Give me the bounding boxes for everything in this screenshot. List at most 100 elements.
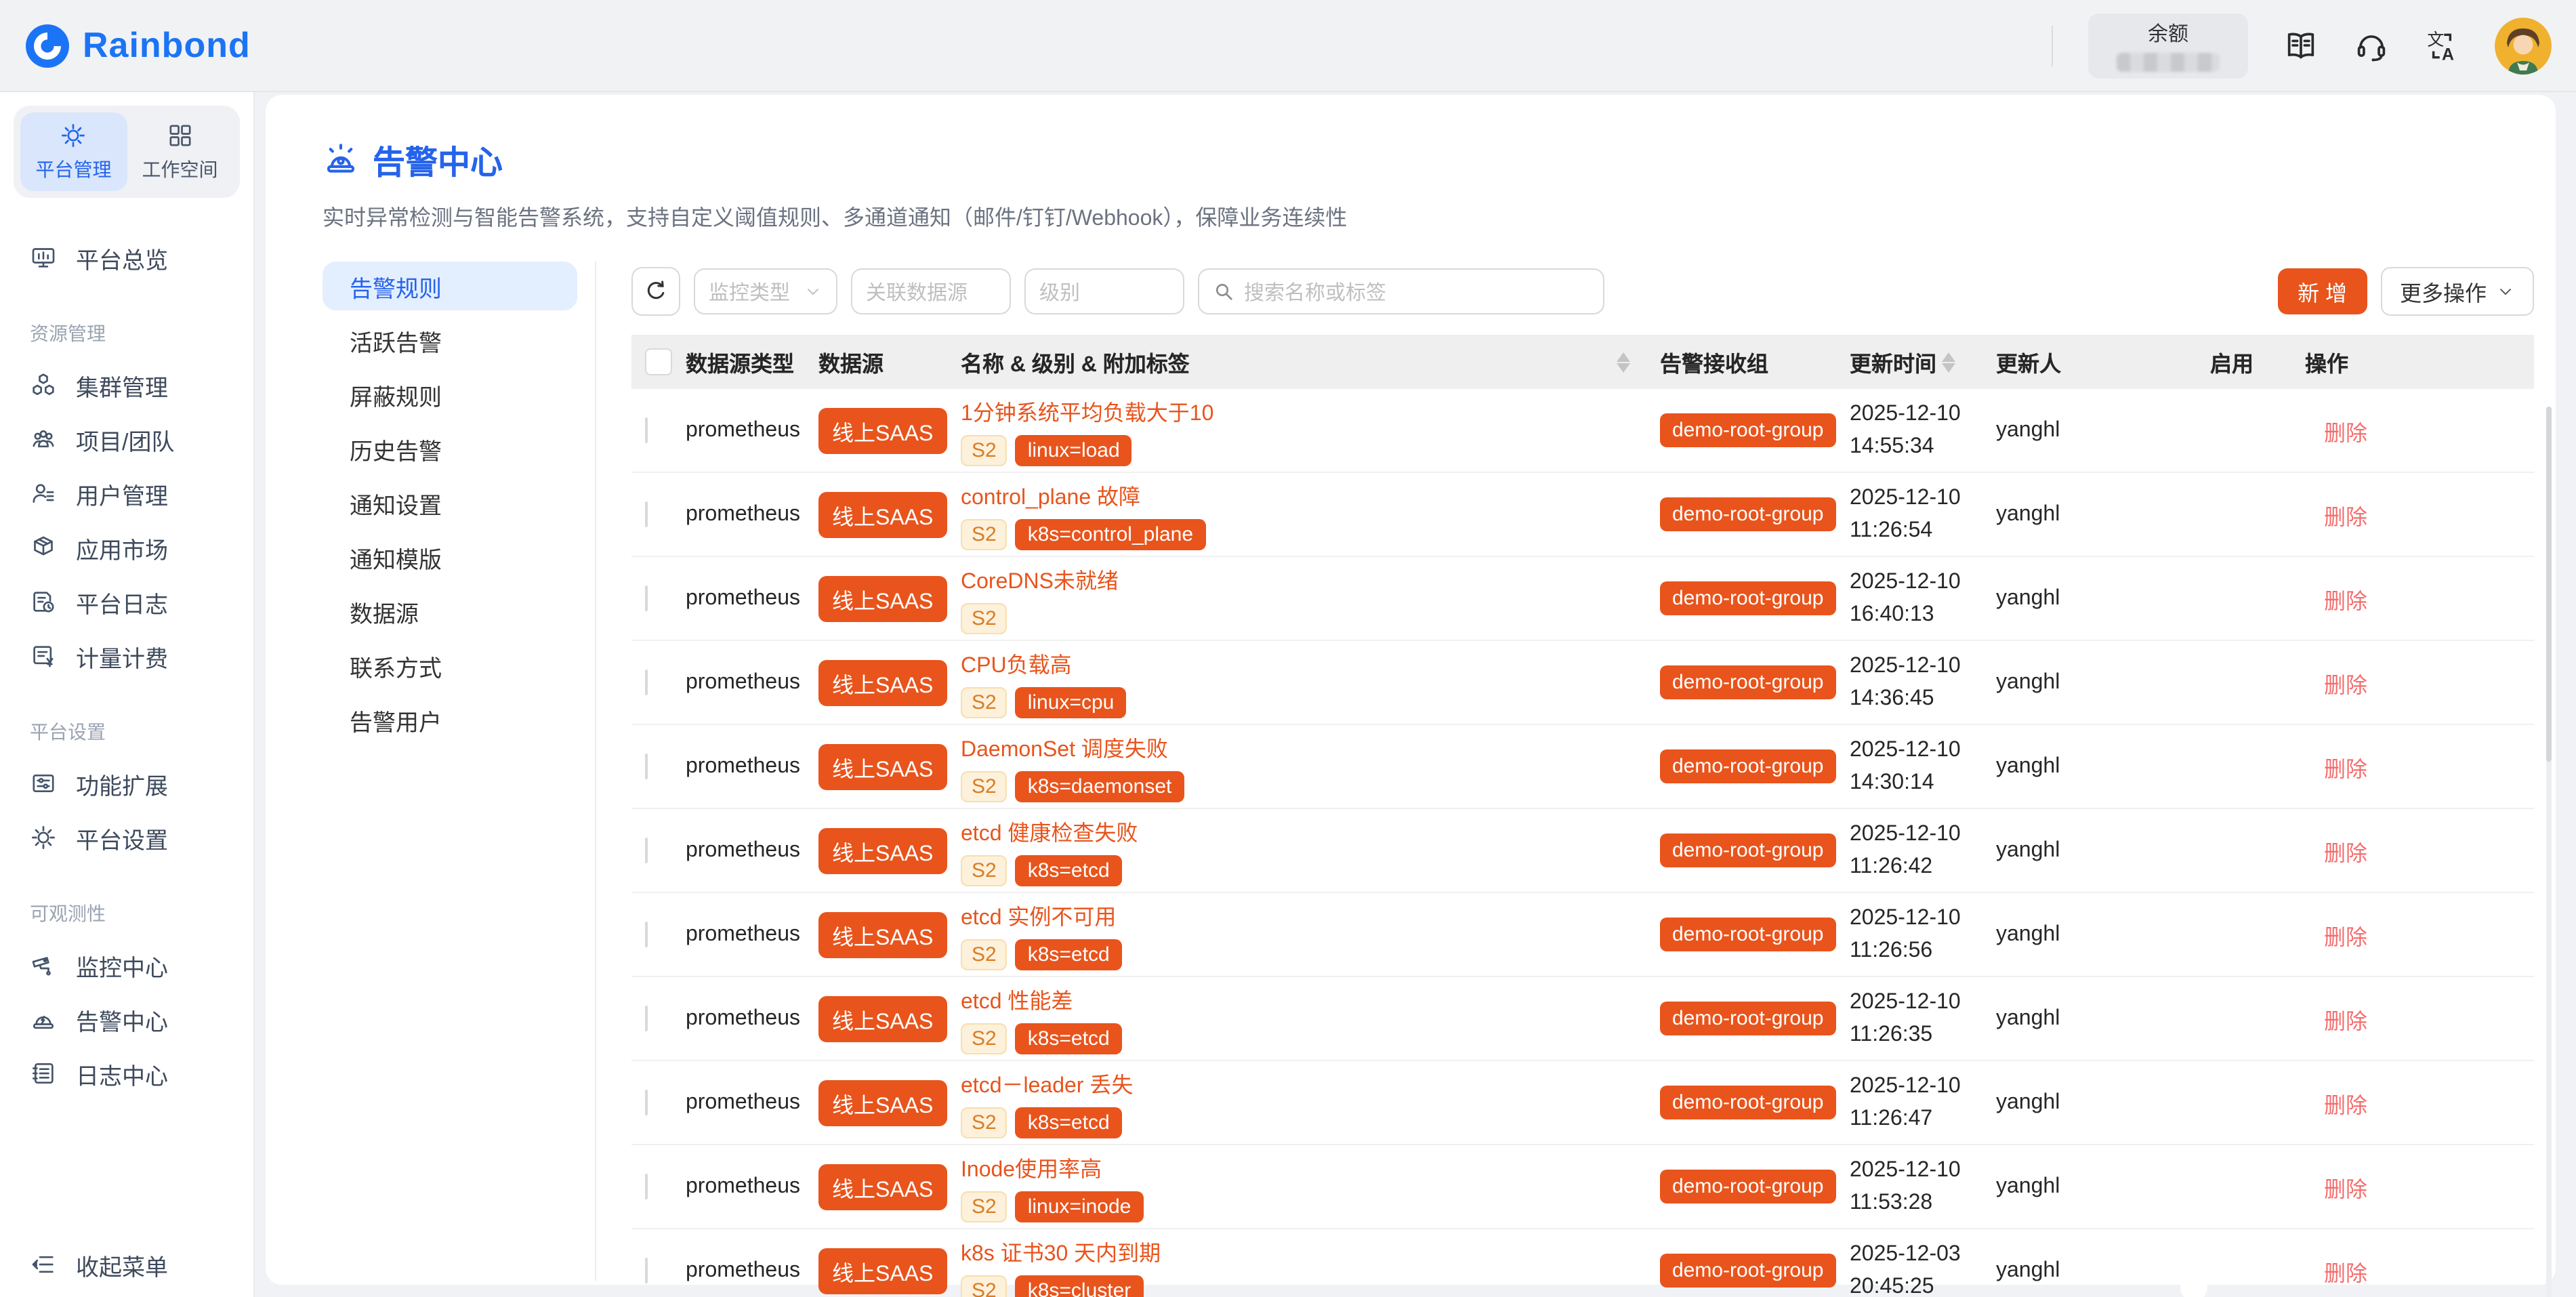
updater: yanghl	[1985, 1258, 2199, 1283]
delete-link[interactable]: 删除	[2305, 1262, 2367, 1285]
sidebar-tab-grid[interactable]: 工作空间	[127, 112, 233, 191]
sidebar-item-user[interactable]: 用户管理	[0, 466, 253, 520]
rule-name-link[interactable]: etcd 健康检查失败	[961, 815, 1138, 847]
support-icon[interactable]	[2354, 28, 2389, 63]
delete-link[interactable]: 删除	[2305, 674, 2367, 697]
sort-icon[interactable]	[1942, 352, 1955, 372]
row-checkbox[interactable]	[645, 1257, 648, 1283]
add-button[interactable]: 新 增	[2277, 268, 2367, 314]
refresh-icon	[644, 279, 668, 304]
table-row: prometheus 线上SAAS 1分钟系统平均负载大于10 S2 linux…	[631, 389, 2534, 473]
row-checkbox[interactable]	[645, 669, 648, 695]
sidebar-item-camera[interactable]: 监控中心	[0, 938, 253, 992]
rule-name-link[interactable]: Inode使用率高	[961, 1151, 1102, 1183]
sidebar-item-cluster[interactable]: 集群管理	[0, 358, 253, 412]
alert-nav-item-0[interactable]: 告警规则	[323, 262, 577, 310]
camera-icon	[30, 951, 57, 979]
severity-chip: S2	[961, 603, 1007, 634]
delete-link[interactable]: 删除	[2305, 590, 2367, 613]
sidebar-tab-gear[interactable]: 平台管理	[20, 112, 127, 191]
search-input[interactable]: 搜索名称或标签	[1198, 268, 1604, 314]
datasource-badge: 线上SAAS	[818, 1079, 947, 1126]
datasource-badge: 线上SAAS	[818, 575, 947, 621]
more-actions-button[interactable]: 更多操作	[2381, 267, 2534, 316]
rule-name-link[interactable]: etcd 实例不可用	[961, 899, 1116, 931]
rule-name-link[interactable]: DaemonSet 调度失败	[961, 730, 1168, 763]
sidebar-item-logcenter[interactable]: 日志中心	[0, 1046, 253, 1100]
rainbond-logo[interactable]: Rainbond	[24, 22, 251, 68]
updater: yanghl	[1985, 922, 2199, 947]
delete-link[interactable]: 删除	[2305, 758, 2367, 781]
col-type: 数据源类型	[675, 346, 808, 378]
rule-name-link[interactable]: 1分钟系统平均负载大于10	[961, 394, 1213, 427]
alert-nav-item-3[interactable]: 历史告警	[323, 424, 577, 473]
sidebar-item-log[interactable]: 平台日志	[0, 575, 253, 629]
collapse-menu-button[interactable]: 收起菜单	[0, 1237, 283, 1292]
receiver-group-badge: demo-root-group	[1660, 1254, 1835, 1288]
rule-name-link[interactable]: etcd 性能差	[961, 983, 1073, 1015]
severity-chip: S2	[961, 855, 1007, 886]
row-checkbox[interactable]	[645, 753, 648, 779]
table-row: prometheus 线上SAAS CoreDNS未就绪 S2 demo-roo…	[631, 557, 2534, 641]
receiver-group-badge: demo-root-group	[1660, 1002, 1835, 1035]
alert-nav-item-2[interactable]: 屏蔽规则	[323, 370, 577, 419]
sort-icon[interactable]	[1617, 352, 1630, 372]
delete-link[interactable]: 删除	[2305, 1010, 2367, 1033]
severity-chip: S2	[961, 687, 1007, 718]
sidebar-item-market[interactable]: 应用市场	[0, 520, 253, 575]
alert-nav-item-7[interactable]: 联系方式	[323, 641, 577, 690]
alert-nav-item-8[interactable]: 告警用户	[323, 695, 577, 744]
row-checkbox[interactable]	[645, 1173, 648, 1199]
rule-name-link[interactable]: k8s 证书30 天内到期	[961, 1235, 1161, 1267]
rule-name-link[interactable]: control_plane 故障	[961, 478, 1140, 511]
alert-nav-item-1[interactable]: 活跃告警	[323, 316, 577, 365]
page-title: 告警中心	[373, 136, 503, 183]
tag-chip: k8s=etcd	[1016, 939, 1122, 970]
delete-link[interactable]: 删除	[2305, 842, 2367, 865]
delete-link[interactable]: 删除	[2305, 926, 2367, 949]
col-updated: 更新时间	[1839, 346, 1985, 378]
row-checkbox[interactable]	[645, 921, 648, 947]
delete-link[interactable]: 删除	[2305, 1178, 2367, 1201]
alert-nav-item-5[interactable]: 通知模版	[323, 533, 577, 581]
alert-nav-item-4[interactable]: 通知设置	[323, 478, 577, 527]
scrollbar[interactable]	[2546, 407, 2552, 1297]
select-all-checkbox[interactable]	[645, 348, 672, 375]
refresh-button[interactable]	[631, 267, 680, 316]
delete-link[interactable]: 删除	[2305, 422, 2367, 445]
sidebar-item-team[interactable]: 项目/团队	[0, 412, 253, 466]
updater: yanghl	[1985, 1174, 2199, 1199]
level-placeholder: 级别	[1039, 277, 1080, 306]
monitor-type-select[interactable]: 监控类型	[694, 268, 837, 314]
rule-name-link[interactable]: CoreDNS未就绪	[961, 562, 1119, 595]
rule-name-link[interactable]: etcd－leader 丢失	[961, 1067, 1133, 1099]
search-icon	[1213, 281, 1234, 302]
updated-time: 2025-12-10 11:26:35	[1839, 986, 1985, 1051]
search-placeholder: 搜索名称或标签	[1244, 277, 1386, 306]
sidebar-item-extension[interactable]: 功能扩展	[0, 756, 253, 810]
datasource-input[interactable]: 关联数据源	[851, 268, 1011, 314]
top-header: Rainbond 余额 文	[0, 0, 2576, 92]
row-checkbox[interactable]	[645, 1089, 648, 1115]
sidebar-item-alarm[interactable]: 告警中心	[0, 992, 253, 1046]
language-icon[interactable]: 文 A	[2424, 28, 2459, 63]
sidebar-item-billing[interactable]: 计量计费	[0, 629, 253, 683]
level-input[interactable]: 级别	[1024, 268, 1184, 314]
delete-link[interactable]: 删除	[2305, 506, 2367, 529]
sidebar-item-monitor[interactable]: 平台总览	[0, 230, 253, 285]
docs-icon[interactable]	[2283, 28, 2319, 63]
delete-link[interactable]: 删除	[2305, 1094, 2367, 1117]
row-checkbox[interactable]	[645, 1005, 648, 1031]
rule-name-link[interactable]: CPU负载高	[961, 646, 1072, 679]
sidebar-item-gear[interactable]: 平台设置	[0, 810, 253, 865]
row-checkbox[interactable]	[645, 417, 648, 442]
row-checkbox[interactable]	[645, 585, 648, 611]
row-checkbox[interactable]	[645, 837, 648, 863]
datasource-badge: 线上SAAS	[818, 995, 947, 1042]
table-row: prometheus 线上SAAS CPU负载高 S2 linux=cpu de…	[631, 641, 2534, 725]
row-checkbox[interactable]	[645, 501, 648, 527]
logcenter-icon	[30, 1060, 57, 1087]
alert-nav-item-6[interactable]: 数据源	[323, 587, 577, 636]
user-avatar[interactable]	[2495, 17, 2552, 74]
severity-chip: S2	[961, 519, 1007, 550]
